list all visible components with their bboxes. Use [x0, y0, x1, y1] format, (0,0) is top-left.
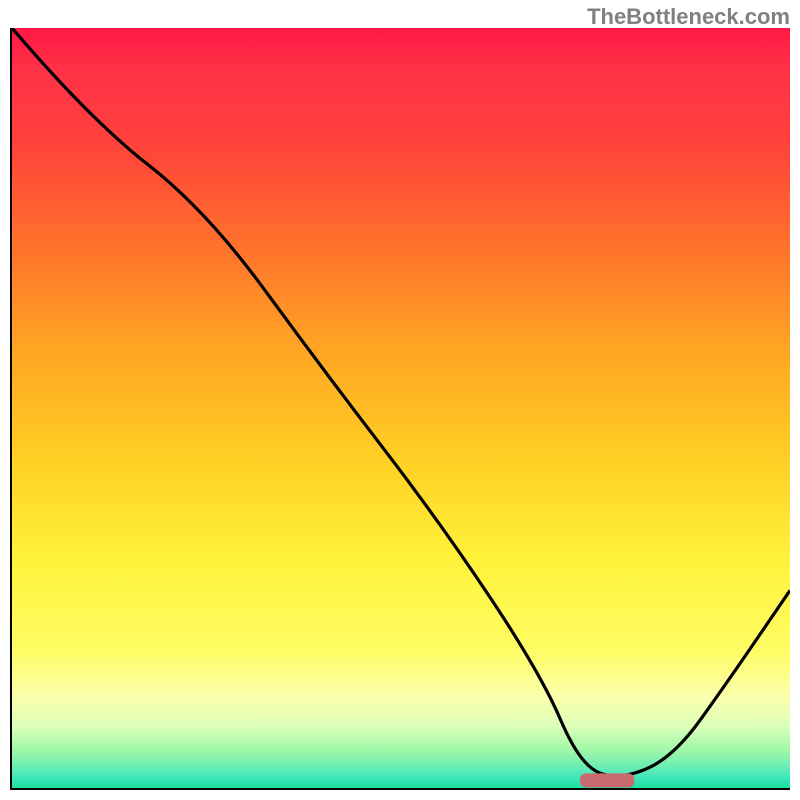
chart-plot-area	[10, 28, 790, 790]
bottleneck-chart	[12, 28, 790, 788]
optimal-marker	[580, 773, 634, 787]
attribution-text: TheBottleneck.com	[587, 4, 790, 30]
bottleneck-curve	[12, 28, 790, 776]
